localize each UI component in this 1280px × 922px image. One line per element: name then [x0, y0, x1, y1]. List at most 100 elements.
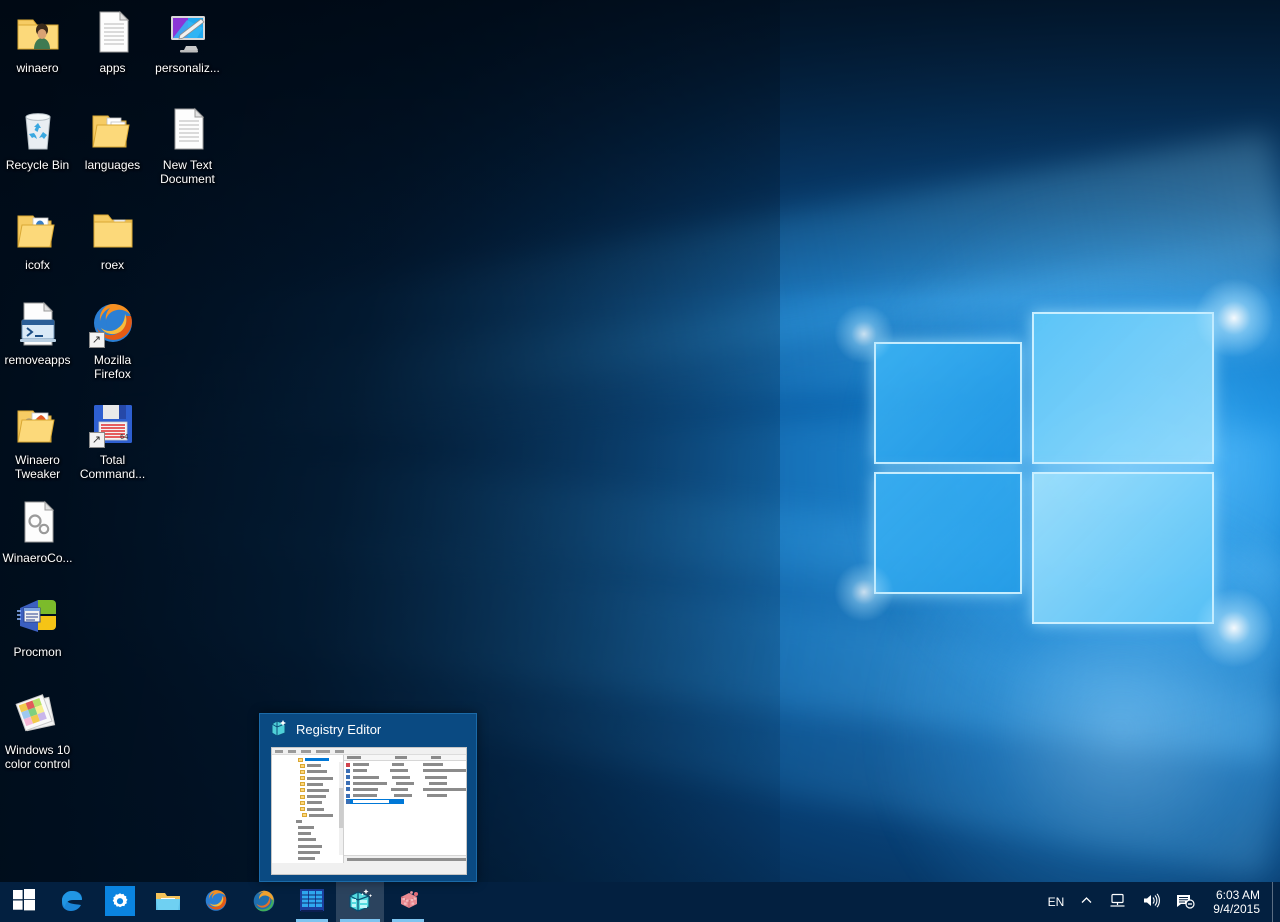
- desktop-icon-winaero[interactable]: winaero: [0, 8, 75, 75]
- logo-spark: [1194, 278, 1274, 358]
- folder-open-files-icon: [89, 105, 137, 153]
- edge-icon: [59, 888, 85, 914]
- registry-editor-icon: [270, 719, 288, 740]
- desktop-icon-label: New Text Document: [160, 158, 215, 186]
- recycle-bin-icon: [14, 105, 62, 153]
- desktop[interactable]: winaero apps personaliz... Recycle Bin l…: [0, 0, 1280, 922]
- logo-pane: [874, 342, 1022, 464]
- color-control-icon: [14, 690, 62, 738]
- regedit-tree-pane: [272, 755, 344, 863]
- clock-date: 9/4/2015: [1213, 902, 1260, 916]
- taskbar-thumbnail-preview[interactable]: Registry Editor: [259, 713, 477, 882]
- taskbar-clock[interactable]: 6:03 AM 9/4/2015: [1203, 882, 1272, 922]
- folder-user-icon: [14, 8, 62, 56]
- desktop-icon-label: Windows 10 color control: [4, 743, 71, 771]
- logo-spark: [834, 304, 894, 364]
- taskbar-item-file-explorer[interactable]: [144, 882, 192, 922]
- registry-editor-icon: [347, 888, 373, 914]
- personalization-icon: [164, 8, 212, 56]
- firefox-icon: ↗: [88, 300, 137, 348]
- network-icon: [1109, 893, 1126, 911]
- taskbar-item-edge[interactable]: [48, 882, 96, 922]
- tray-action-center-button[interactable]: [1168, 882, 1203, 922]
- shortcut-badge-icon: ↗: [88, 432, 105, 448]
- taskbar-item-registry-editor[interactable]: [336, 882, 384, 922]
- desktop-icon-icofx[interactable]: icofx: [0, 205, 75, 272]
- desktop-icon-label: languages: [84, 158, 141, 172]
- folder-winaero-icon: [14, 400, 62, 448]
- desktop-icon-winaero-tweaker[interactable]: Winaero Tweaker: [0, 400, 75, 481]
- logo-spark: [1194, 588, 1274, 668]
- regedit-menubar: [272, 748, 466, 755]
- regedit-status-bar: [344, 855, 466, 863]
- desktop-icon-winaero-config[interactable]: WinaeroCo...: [0, 498, 75, 565]
- desktop-icon-removeapps[interactable]: removeapps: [0, 300, 75, 367]
- desktop-icon-roex[interactable]: roex: [75, 205, 150, 272]
- preview-header: Registry Editor: [260, 714, 476, 744]
- taskbar-item-firefox[interactable]: [192, 882, 240, 922]
- clock-time: 6:03 AM: [1215, 888, 1260, 902]
- desktop-icon-label: apps: [99, 61, 126, 75]
- desktop-icon-label: personaliz...: [155, 61, 220, 75]
- tray-network-button[interactable]: [1101, 882, 1134, 922]
- desktop-icon-mozilla-firefox[interactable]: ↗ Mozilla Firefox: [75, 300, 150, 381]
- desktop-icon-label: Recycle Bin: [5, 158, 70, 172]
- procmon-icon: [14, 592, 62, 640]
- tray-language-indicator[interactable]: EN: [1040, 882, 1073, 922]
- desktop-icon-personalize[interactable]: personaliz...: [150, 8, 225, 75]
- desktop-icon-label: removeapps: [4, 353, 71, 367]
- taskbar-item-firefox-nightly[interactable]: [240, 882, 288, 922]
- logo-pane: [874, 472, 1022, 594]
- chevron-up-icon: [1080, 894, 1093, 910]
- taskbar-item-total-commander[interactable]: [288, 882, 336, 922]
- desktop-icon-label: winaero: [16, 61, 59, 75]
- desktop-icon-grid: winaero apps personaliz... Recycle Bin l…: [0, 0, 230, 850]
- logo-spark: [834, 562, 894, 622]
- firefox-icon: [203, 888, 229, 914]
- action-center-quiet-hours-icon: [1176, 893, 1195, 912]
- text-document-icon: [89, 8, 137, 56]
- logo-pane: [1032, 472, 1214, 624]
- desktop-icon-label: icofx: [25, 258, 50, 272]
- tray-volume-button[interactable]: [1134, 882, 1168, 922]
- shortcut-badge-icon: ↗: [88, 332, 105, 348]
- desktop-icon-procmon[interactable]: Procmon: [0, 592, 75, 659]
- total-commander-icon: 64 ↗: [88, 400, 137, 448]
- speaker-icon: [1142, 893, 1161, 911]
- wallpaper-windows-logo: [834, 278, 1274, 668]
- desktop-icon-label: Total Command...: [79, 453, 146, 481]
- tree-scrollbar[interactable]: [339, 762, 343, 855]
- preview-thumbnail-image[interactable]: [271, 747, 467, 875]
- desktop-icon-apps[interactable]: apps: [75, 8, 150, 75]
- config-document-icon: [14, 498, 62, 546]
- taskbar-empty-area[interactable]: [432, 882, 1040, 922]
- show-desktop-button[interactable]: [1272, 882, 1280, 922]
- preview-title: Registry Editor: [296, 721, 382, 737]
- regedit-values-pane: [344, 755, 466, 863]
- desktop-icon-recycle-bin[interactable]: Recycle Bin: [0, 105, 75, 172]
- windows-logo-icon: [13, 888, 35, 916]
- desktop-icon-label: WinaeroCo...: [2, 551, 73, 565]
- taskbar-item-settings[interactable]: [96, 882, 144, 922]
- taskbar-item-procmon[interactable]: [384, 882, 432, 922]
- taskbar[interactable]: EN 6:03 AM 9/4/2015: [0, 882, 1280, 922]
- desktop-icon-label: roex: [100, 258, 125, 272]
- values-column-headers: [344, 755, 466, 761]
- desktop-icon-label: Winaero Tweaker: [14, 453, 61, 481]
- gear-icon: [105, 886, 135, 916]
- desktop-icon-languages[interactable]: languages: [75, 105, 150, 172]
- firefox-nightly-icon: [251, 888, 277, 914]
- procmon-icon: [395, 888, 421, 914]
- folder-roex-icon: [89, 205, 137, 253]
- folder-open-icofx-icon: [14, 205, 62, 253]
- tray-language-label: EN: [1047, 895, 1065, 909]
- svg-text:64: 64: [120, 433, 128, 441]
- text-document-icon: [164, 105, 212, 153]
- desktop-icon-new-text-document[interactable]: New Text Document: [150, 105, 225, 186]
- desktop-icon-total-commander[interactable]: 64 ↗ Total Command...: [75, 400, 150, 481]
- folder-icon: [155, 888, 181, 914]
- tray-show-hidden-icons-button[interactable]: [1072, 882, 1101, 922]
- desktop-icon-win10-color-control[interactable]: Windows 10 color control: [0, 690, 75, 771]
- desktop-icon-label: Mozilla Firefox: [93, 353, 132, 381]
- start-button[interactable]: [0, 882, 48, 922]
